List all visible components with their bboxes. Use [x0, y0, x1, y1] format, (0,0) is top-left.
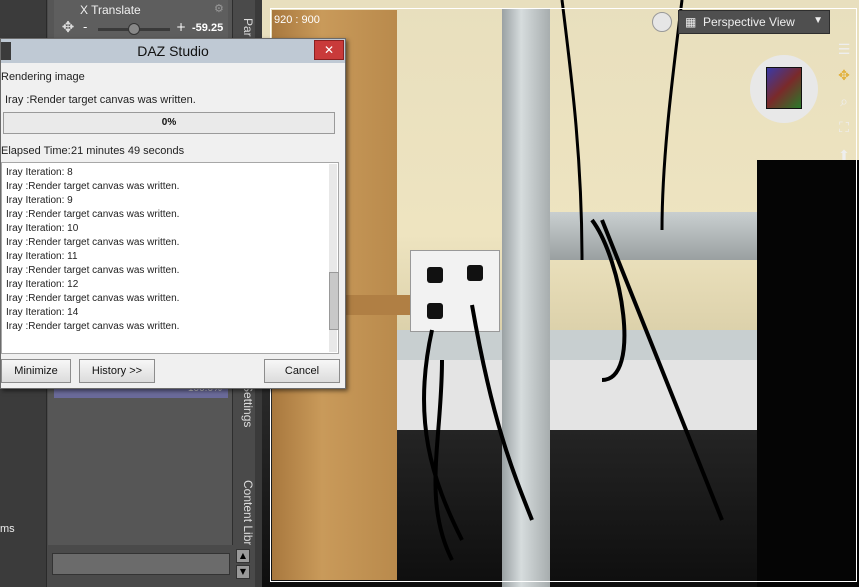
- render-dialog: DAZ Studio ✕ Rendering image Iray :Rende…: [0, 38, 346, 389]
- log-line: Iray :Render target canvas was written.: [6, 321, 180, 332]
- progress-text: 0%: [161, 117, 177, 128]
- render-log[interactable]: Iray Iteration: 8 Iray :Render target ca…: [1, 162, 339, 354]
- param-value[interactable]: -59.25: [192, 22, 223, 34]
- log-line: Iray Iteration: 9: [6, 195, 73, 206]
- log-line: Iray :Render target canvas was written.: [6, 293, 180, 304]
- tab-parameters[interactable]: Par: [233, 18, 255, 37]
- view-label: Perspective View: [703, 15, 795, 29]
- close-button[interactable]: ✕: [314, 40, 344, 60]
- decrement-button[interactable]: -: [83, 20, 87, 34]
- bottom-scroll-area: ▲ ▼: [48, 545, 254, 587]
- log-line: Iray Iteration: 10: [6, 223, 79, 234]
- param-label: X Translate: [80, 3, 141, 17]
- progress-bar: 0%: [3, 112, 335, 134]
- scroll-down-icon[interactable]: ▼: [236, 565, 250, 579]
- left-panel-item[interactable]: ms: [0, 523, 15, 535]
- elapsed-value: 21 minutes 49 seconds: [71, 145, 185, 157]
- status-text: Rendering image: [1, 71, 85, 83]
- frame-icon[interactable]: ⛶: [834, 118, 854, 138]
- render-resolution: 920 : 900: [274, 14, 320, 26]
- minimize-button[interactable]: Minimize: [1, 359, 71, 383]
- move-icon: ✥: [61, 18, 75, 36]
- pan-icon[interactable]: ✥: [834, 66, 854, 86]
- dialog-title: DAZ Studio: [137, 43, 209, 59]
- increment-button[interactable]: +: [176, 20, 186, 34]
- chevron-down-icon: ▼: [813, 15, 823, 26]
- dialog-title-bar[interactable]: DAZ Studio ✕: [1, 39, 345, 63]
- slider-knob[interactable]: [128, 23, 140, 35]
- camera-icon[interactable]: ☰: [834, 40, 854, 60]
- view-cube-icon: [766, 67, 802, 109]
- gear-icon[interactable]: ⚙: [214, 2, 224, 15]
- cancel-button[interactable]: Cancel: [264, 359, 340, 383]
- log-line: Iray :Render target canvas was written.: [6, 265, 180, 276]
- message-text: Iray :Render target canvas was written.: [5, 94, 196, 106]
- log-line: Iray :Render target canvas was written.: [6, 181, 180, 192]
- history-button[interactable]: History >>: [79, 359, 155, 383]
- view-selector[interactable]: ▦ Perspective View ▼: [678, 10, 830, 34]
- log-line: Iray :Render target canvas was written.: [6, 237, 180, 248]
- log-scrollbar[interactable]: [329, 164, 339, 352]
- up-arrow-icon[interactable]: ⬆: [834, 146, 854, 166]
- log-line: Iray Iteration: 8: [6, 167, 73, 178]
- log-line: Iray Iteration: 14: [6, 307, 79, 318]
- grid-icon: ▦: [685, 15, 697, 29]
- zoom-icon[interactable]: ⌕: [834, 92, 854, 112]
- log-scroll-thumb[interactable]: [329, 272, 339, 330]
- log-line: Iray Iteration: 11: [6, 251, 78, 262]
- log-line: Iray :Render target canvas was written.: [6, 209, 180, 220]
- view-cube[interactable]: [750, 55, 818, 123]
- light-bulb-icon[interactable]: [652, 12, 672, 32]
- log-line: Iray Iteration: 12: [6, 279, 79, 290]
- horizontal-scrollbar[interactable]: [52, 553, 230, 575]
- tab-content-library[interactable]: Content Libr: [233, 480, 255, 545]
- elapsed-label: Elapsed Time:: [1, 145, 71, 157]
- viewport[interactable]: 920 : 900 ▦ Perspective View ▼ ☰ ✥ ⌕ ⛶ ⬆: [262, 0, 859, 587]
- scroll-up-icon[interactable]: ▲: [236, 549, 250, 563]
